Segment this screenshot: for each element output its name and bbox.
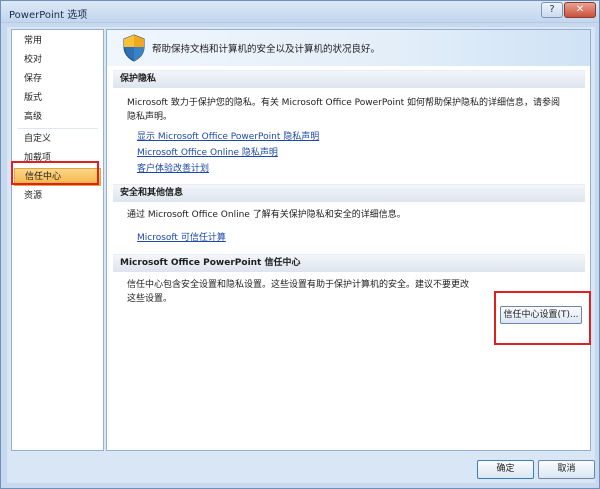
- section-header-security: 安全和其他信息: [113, 184, 585, 202]
- nav-item-addins[interactable]: 加载项: [14, 149, 101, 167]
- link-ceip[interactable]: 客户体验改善计划: [137, 161, 209, 174]
- link-ppt-privacy[interactable]: 显示 Microsoft Office PowerPoint 隐私声明: [137, 129, 319, 142]
- close-button[interactable]: ✕: [564, 2, 596, 18]
- link-online-privacy[interactable]: Microsoft Office Online 隐私声明: [137, 145, 278, 158]
- nav-item-general[interactable]: 常用: [14, 32, 101, 50]
- trust-center-panel: 帮助保持文档和计算机的安全以及计算机的状况良好。 保护隐私 Microsoft …: [106, 29, 591, 451]
- nav-item-resources[interactable]: 资源: [14, 187, 101, 205]
- nav-item-proofing[interactable]: 校对: [14, 51, 101, 69]
- nav-item-advanced[interactable]: 高级: [14, 108, 101, 126]
- window-title: PowerPoint 选项: [9, 10, 88, 21]
- banner-text: 帮助保持文档和计算机的安全以及计算机的状况良好。: [152, 44, 381, 55]
- title-bar: PowerPoint 选项 ? ✕: [1, 1, 599, 23]
- info-banner: 帮助保持文档和计算机的安全以及计算机的状况良好。: [107, 30, 590, 66]
- link-trustworthy-computing[interactable]: Microsoft 可信任计算: [137, 230, 226, 243]
- ok-button[interactable]: 确定: [477, 460, 534, 479]
- dialog-client: 常用 校对 保存 版式 高级 自定义 加载项 信任中心 资源 帮助保持文档和计算…: [7, 27, 595, 483]
- nav-item-typography[interactable]: 版式: [14, 89, 101, 107]
- nav-item-customize[interactable]: 自定义: [14, 130, 101, 148]
- help-button[interactable]: ?: [541, 2, 563, 18]
- options-nav: 常用 校对 保存 版式 高级 自定义 加载项 信任中心 资源: [11, 29, 104, 451]
- nav-item-trust-center[interactable]: 信任中心: [14, 168, 101, 186]
- section-header-privacy: 保护隐私: [113, 70, 585, 88]
- nav-item-save[interactable]: 保存: [14, 70, 101, 88]
- privacy-description: Microsoft 致力于保护您的隐私。有关 Microsoft Office …: [127, 98, 561, 122]
- options-dialog: PowerPoint 选项 ? ✕ 常用 校对 保存 版式 高级 自定义 加载项…: [0, 0, 600, 489]
- nav-divider: [18, 128, 98, 129]
- security-description: 通过 Microsoft Office Online 了解有关保护隐私和安全的详…: [127, 210, 406, 220]
- shield-icon: [123, 34, 145, 62]
- trust-center-settings-button[interactable]: 信任中心设置(T)...: [500, 306, 582, 324]
- section-header-trust-center: Microsoft Office PowerPoint 信任中心: [113, 254, 585, 272]
- trust-center-description: 信任中心包含安全设置和隐私设置。这些设置有助于保护计算机的安全。建议不要更改这些…: [127, 280, 470, 304]
- cancel-button[interactable]: 取消: [538, 460, 595, 479]
